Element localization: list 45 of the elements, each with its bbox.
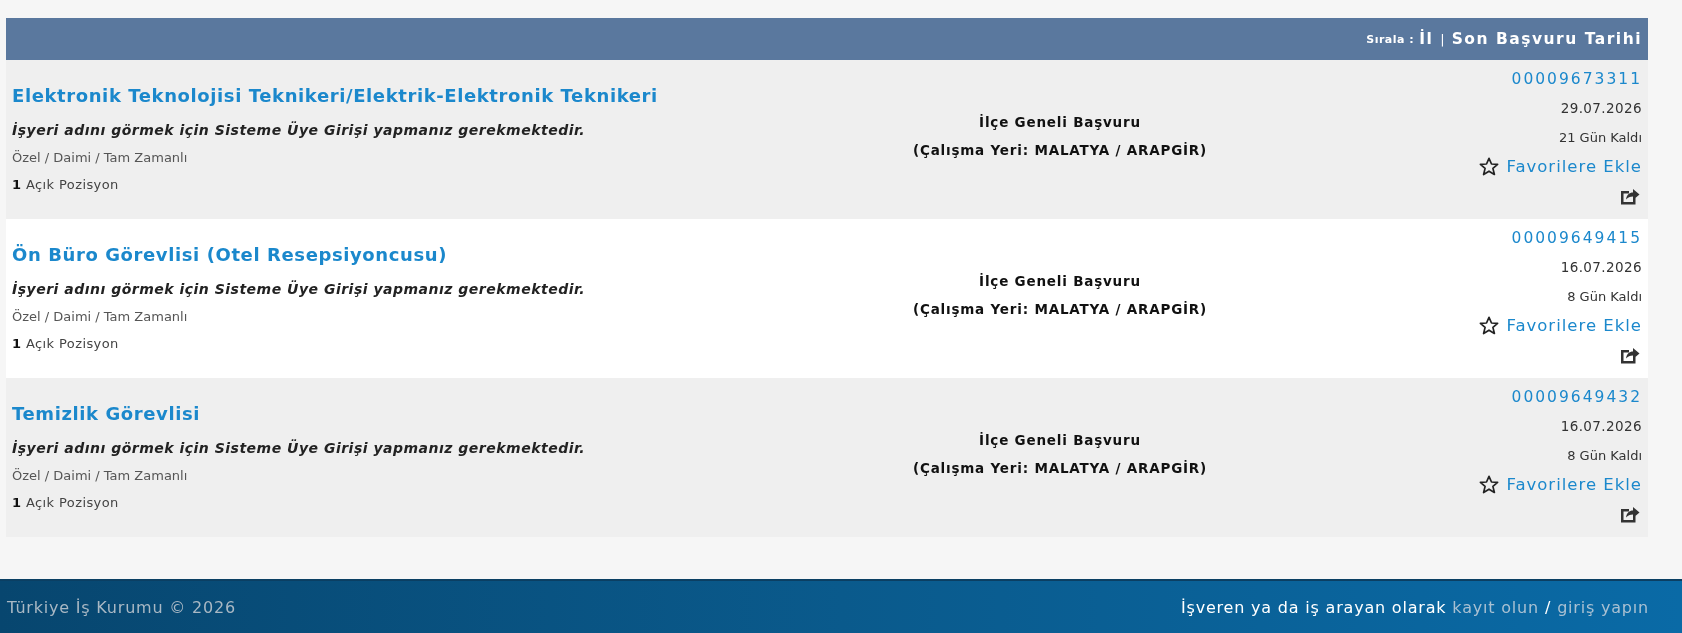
register-link[interactable]: kayıt olun bbox=[1452, 597, 1539, 617]
star-icon bbox=[1479, 475, 1500, 494]
sort-separator: | bbox=[1440, 31, 1445, 47]
application-scope-text: İlçe Geneli Başvuru bbox=[979, 430, 1141, 450]
account-prompt-text: İşveren ya da iş arayan olarak bbox=[1181, 597, 1447, 617]
link-separator: / bbox=[1544, 597, 1552, 617]
open-positions-text: 1 Açık Pozisyon bbox=[12, 335, 119, 353]
employment-type-text: Özel / Daimi / Tam Zamanlı bbox=[12, 308, 188, 326]
sort-option-link[interactable]: Son Başvuru Tarihi bbox=[1451, 30, 1642, 48]
job-title-link[interactable]: Temizlik Görevlisi bbox=[12, 400, 201, 428]
work-location-text: (Çalışma Yeri: MALATYA / ARAPGİR) bbox=[912, 299, 1207, 319]
days-left-text: 8 Gün Kaldı bbox=[1567, 288, 1642, 306]
share-icon[interactable] bbox=[1620, 504, 1640, 523]
add-to-favorites-link[interactable]: Favorilere Ekle bbox=[1479, 311, 1642, 340]
application-scope-text: İlçe Geneli Başvuru bbox=[979, 112, 1141, 132]
sort-label: Sırala : bbox=[1366, 32, 1415, 46]
employment-type-text: Özel / Daimi / Tam Zamanlı bbox=[12, 149, 188, 167]
employer-notice: İşyeri adını görmek için Sisteme Üye Girişi yapmanız gerekmektedir. bbox=[12, 438, 586, 458]
open-positions-text: 1 Açık Pozisyon bbox=[12, 494, 119, 512]
work-location-text: (Çalışma Yeri: MALATYA / ARAPGİR) bbox=[912, 458, 1207, 478]
star-icon bbox=[1479, 157, 1500, 176]
deadline-date: 16.07.2026 bbox=[1560, 417, 1642, 436]
login-link[interactable]: giriş yapın bbox=[1557, 597, 1649, 617]
listing-number-link[interactable]: 00009649432 bbox=[1511, 383, 1642, 412]
job-title-link[interactable]: Ön Büro Görevlisi (Otel Resepsiyoncusu) bbox=[12, 241, 447, 269]
application-scope-text: İlçe Geneli Başvuru bbox=[979, 271, 1141, 291]
open-positions-text: 1 Açık Pozisyon bbox=[12, 176, 119, 194]
employment-type-text: Özel / Daimi / Tam Zamanlı bbox=[12, 467, 188, 485]
share-icon[interactable] bbox=[1620, 186, 1640, 205]
listing-number-link[interactable]: 00009673311 bbox=[1511, 65, 1642, 94]
work-location-text: (Çalışma Yeri: MALATYA / ARAPGİR) bbox=[912, 140, 1207, 160]
sort-option-link[interactable]: İl bbox=[1419, 30, 1434, 48]
listing-number-link[interactable]: 00009649415 bbox=[1511, 224, 1642, 253]
add-to-favorites-link[interactable]: Favorilere Ekle bbox=[1479, 152, 1642, 181]
deadline-date: 29.07.2026 bbox=[1560, 99, 1642, 118]
employer-notice: İşyeri adını görmek için Sisteme Üye Girişi yapmanız gerekmektedir. bbox=[12, 279, 586, 299]
employer-notice: İşyeri adını görmek için Sisteme Üye Girişi yapmanız gerekmektedir. bbox=[12, 120, 586, 140]
star-icon bbox=[1479, 316, 1500, 335]
days-left-text: 8 Gün Kaldı bbox=[1567, 447, 1642, 465]
share-icon[interactable] bbox=[1620, 345, 1640, 364]
deadline-date: 16.07.2026 bbox=[1560, 258, 1642, 277]
add-to-favorites-link[interactable]: Favorilere Ekle bbox=[1479, 470, 1642, 499]
copyright-text: Türkiye İş Kurumu © 2026 bbox=[7, 597, 236, 617]
job-title-link[interactable]: Elektronik Teknolojisi Teknikeri/Elektrik-Elektronik Teknikeri bbox=[12, 82, 658, 110]
days-left-text: 21 Gün Kaldı bbox=[1558, 129, 1642, 147]
